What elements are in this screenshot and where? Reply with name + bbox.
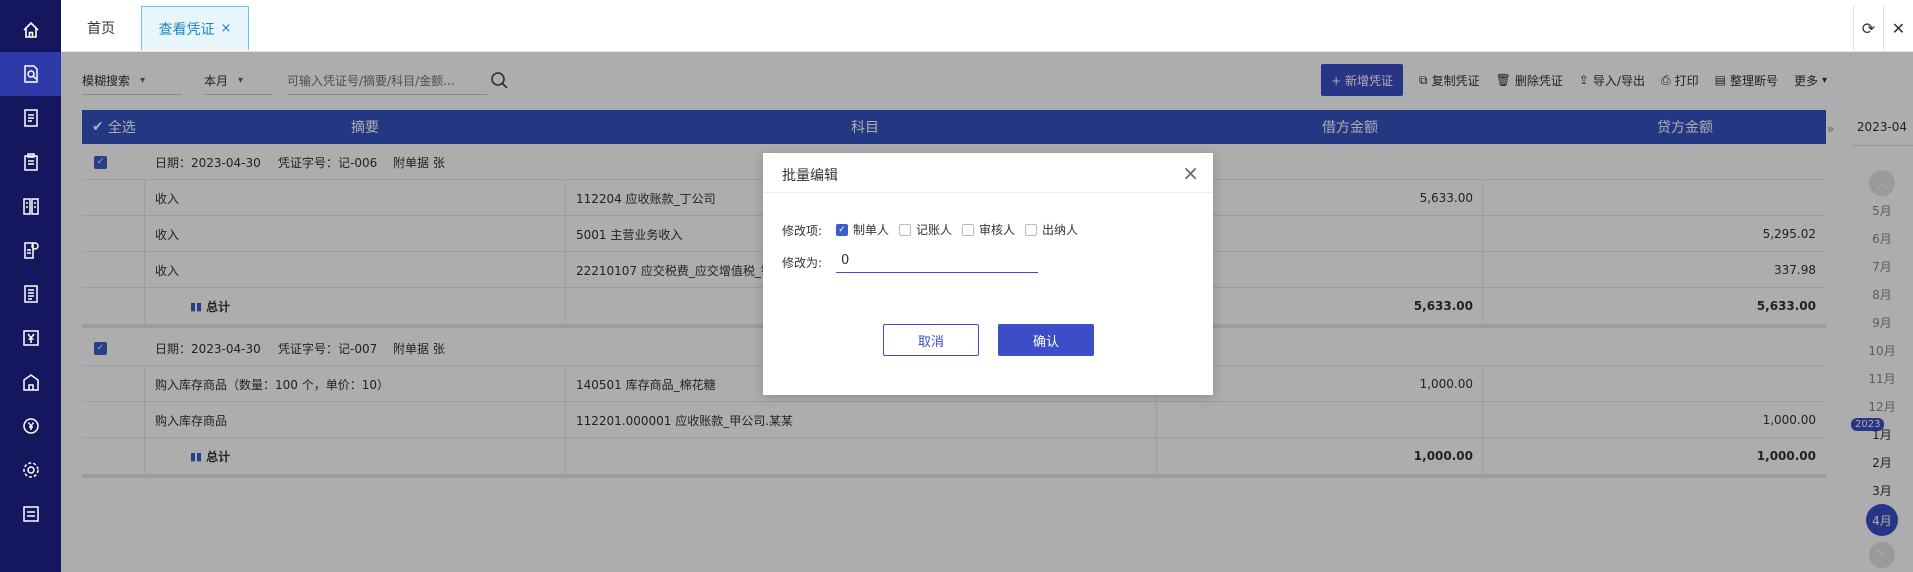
building-icon[interactable] (0, 360, 61, 404)
tab-view-voucher[interactable]: 查看凭证 × (141, 6, 249, 50)
ledger-icon[interactable] (0, 96, 61, 140)
yen-icon[interactable] (0, 316, 61, 360)
option-label: 制单人 (853, 223, 890, 237)
option-label: 审核人 (979, 223, 1016, 237)
close-icon[interactable]: × (1182, 161, 1199, 185)
field-label: 修改项: (782, 224, 823, 238)
report-icon[interactable] (0, 184, 61, 228)
cancel-button[interactable]: 取消 (883, 324, 979, 356)
option-reviewer[interactable]: 审核人 (962, 221, 1015, 238)
gear-icon[interactable] (0, 448, 61, 492)
voucher-search-icon[interactable] (0, 52, 61, 96)
checkbox-checked[interactable]: ✓ (836, 223, 848, 236)
option-label: 出纳人 (1042, 223, 1079, 237)
tab-home[interactable]: 首页 (73, 6, 129, 50)
value-label: 修改为: (782, 256, 823, 270)
checkbox[interactable] (1025, 223, 1037, 236)
list-doc-icon[interactable] (0, 272, 61, 316)
confirm-button[interactable]: 确认 (998, 324, 1094, 356)
checkbox[interactable] (962, 223, 974, 236)
settings-doc-icon[interactable] (0, 228, 61, 272)
batch-edit-dialog: 批量编辑 × 修改项: ✓ 制单人 记账人 审核人 出纳人 修改为: 取消 确认 (763, 153, 1213, 395)
option-bookkeeper[interactable]: 记账人 (899, 221, 952, 238)
dialog-header: 批量编辑 × (763, 153, 1213, 193)
close-all-icon[interactable]: ✕ (1883, 6, 1913, 50)
tab-controls: ⟳ ✕ (1853, 6, 1913, 50)
option-preparer[interactable]: ✓ 制单人 (836, 221, 889, 238)
sidebar (0, 0, 61, 572)
close-icon[interactable]: × (221, 21, 232, 36)
modify-value-input[interactable] (836, 249, 1038, 273)
option-label: 记账人 (916, 223, 953, 237)
tab-label: 查看凭证 (158, 21, 215, 38)
refresh-icon[interactable]: ⟳ (1853, 6, 1883, 50)
currency-icon[interactable] (0, 404, 61, 448)
dialog-title: 批量编辑 (782, 168, 838, 184)
note-icon[interactable] (0, 492, 61, 536)
checkbox[interactable] (899, 223, 911, 236)
home-icon[interactable] (0, 8, 61, 52)
tab-bar: 首页 查看凭证 × ⟳ ✕ (61, 0, 1913, 52)
option-cashier[interactable]: 出纳人 (1025, 221, 1078, 238)
clipboard-icon[interactable] (0, 140, 61, 184)
